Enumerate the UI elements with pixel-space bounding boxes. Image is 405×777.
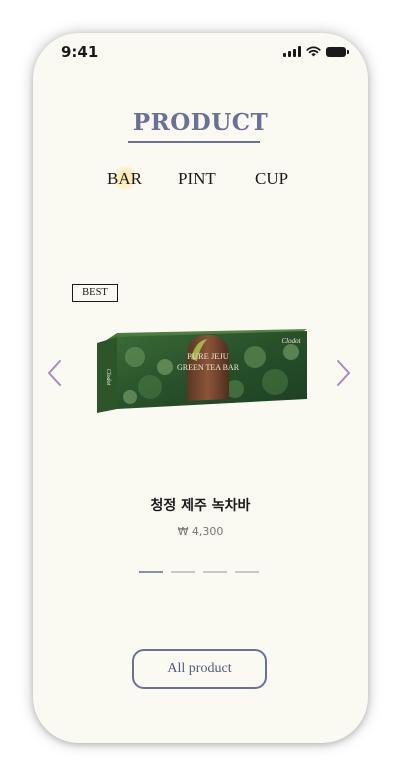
status-time: 9:41 (61, 43, 99, 61)
pager-dot[interactable] (171, 571, 195, 573)
tab-bar[interactable]: BAR (107, 169, 142, 189)
phone-screen: 9:41 PRODUCT BAR PINT CUP BEST PURE JEJU… (33, 33, 368, 743)
battery-icon (326, 47, 349, 57)
best-badge: BEST (72, 284, 118, 302)
pager-dot[interactable] (139, 571, 163, 573)
package-side-brand: Clodot (105, 369, 111, 386)
package-brand: Clodot (281, 337, 301, 345)
status-icons (283, 46, 349, 57)
product-name: 청정 제주 녹차바 (150, 498, 251, 514)
status-bar: 9:41 (33, 33, 368, 73)
all-product-button[interactable]: All product (132, 649, 267, 689)
product-price: ₩ 4,300 (177, 525, 224, 538)
package-line-1: PURE JEJU (187, 351, 229, 361)
chevron-right-icon[interactable] (333, 358, 353, 388)
wifi-icon (306, 46, 321, 57)
chevron-left-icon[interactable] (45, 358, 65, 388)
pager-dot[interactable] (203, 571, 227, 573)
carousel-pager (139, 571, 259, 573)
tab-cup[interactable]: CUP (255, 169, 288, 189)
page-title: PRODUCT (132, 109, 269, 136)
category-tabs: BAR PINT CUP (33, 169, 368, 193)
tab-pint[interactable]: PINT (178, 169, 216, 189)
pager-dot[interactable] (235, 571, 259, 573)
cellular-signal-icon (283, 46, 301, 57)
title-underline (128, 141, 260, 143)
package-line-2: GREEN TEA BAR (177, 363, 240, 372)
product-image[interactable]: PURE JEJU GREEN TEA BAR Clodot Clodot (95, 327, 307, 415)
